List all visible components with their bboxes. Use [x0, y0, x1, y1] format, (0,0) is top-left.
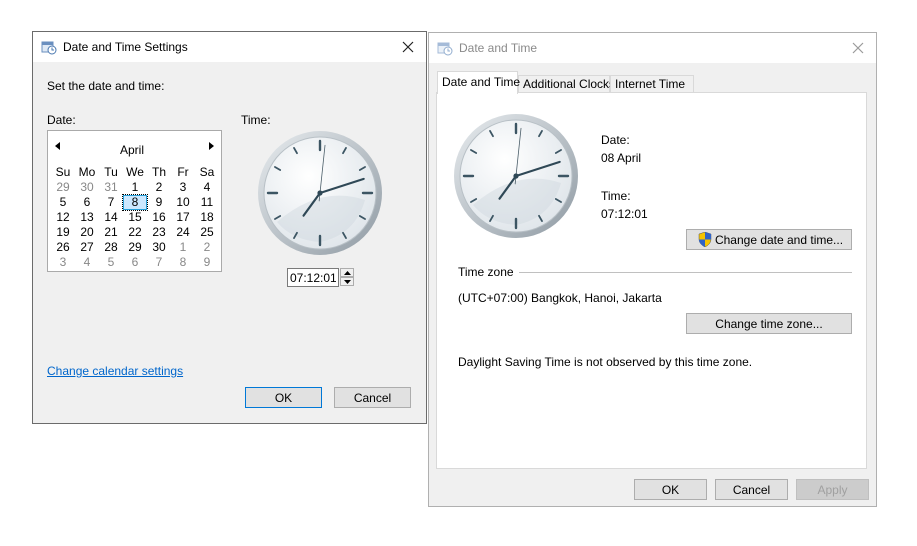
calendar-day[interactable]: 25 [195, 225, 219, 240]
calendar-day[interactable]: 9 [195, 255, 219, 270]
weekday-header: Sa [199, 165, 215, 179]
calendar-day[interactable]: 29 [123, 240, 147, 255]
calendar-day[interactable]: 21 [99, 225, 123, 240]
settings-time-label: Time: [241, 113, 271, 127]
date-time-dialog: Date and Time Date and Time Additional C… [428, 32, 877, 507]
calendar-day-grid: Su Mo Tu We Th Fr Sa 29 30 31 1 2 3 4 5 6 7 8 9 10 11 12 13 14 1… [51, 165, 219, 270]
clock-center [513, 173, 519, 179]
change-date-time-button[interactable]: Change date and time... [686, 229, 852, 250]
calendar-day[interactable]: 5 [99, 255, 123, 270]
calendar-day[interactable]: 30 [147, 240, 171, 255]
dst-text: Daylight Saving Time is not observed by … [458, 355, 753, 369]
calendar-day[interactable]: 19 [51, 225, 75, 240]
calendar-day[interactable]: 1 [123, 180, 147, 195]
main-close-icon[interactable] [848, 38, 868, 58]
calendar-day[interactable]: 26 [51, 240, 75, 255]
timezone-divider [519, 272, 852, 273]
change-calendar-settings-link[interactable]: Change calendar settings [47, 364, 183, 378]
calendar-prev-arrow-icon[interactable] [54, 142, 61, 150]
timezone-value: (UTC+07:00) Bangkok, Hanoi, Jakarta [458, 291, 662, 305]
time-down-button[interactable] [340, 277, 354, 286]
calendar-day[interactable]: 6 [75, 195, 99, 210]
analog-clock-settings [258, 131, 382, 255]
calendar-day[interactable]: 7 [147, 255, 171, 270]
settings-titlebar: Date and Time Settings [33, 32, 426, 62]
calendar-day[interactable]: 4 [75, 255, 99, 270]
timezone-header: Time zone [458, 265, 514, 279]
main-time-value: 07:12:01 [601, 207, 648, 221]
change-time-zone-button[interactable]: Change time zone... [686, 313, 852, 334]
change-date-time-label: Change date and time... [714, 232, 844, 247]
calendar-day[interactable]: 18 [195, 210, 219, 225]
calendar-day[interactable]: 28 [99, 240, 123, 255]
main-cancel-button[interactable]: Cancel [715, 479, 788, 500]
calendar-day[interactable]: 15 [123, 210, 147, 225]
calendar-day[interactable]: 31 [99, 180, 123, 195]
main-date-label: Date: [601, 133, 630, 147]
calendar-day-selected[interactable]: 8 [122, 194, 148, 211]
calendar-day[interactable]: 27 [75, 240, 99, 255]
calendar-month-title[interactable]: April [120, 143, 144, 157]
down-arrow-icon [344, 280, 351, 284]
calendar-day[interactable]: 7 [99, 195, 123, 210]
main-time-label: Time: [601, 189, 631, 203]
calendar-day[interactable]: 3 [51, 255, 75, 270]
calendar-day[interactable]: 3 [171, 180, 195, 195]
up-arrow-icon [344, 271, 351, 275]
main-date-value: 08 April [601, 151, 642, 165]
weekday-header: Fr [177, 165, 189, 179]
calendar-day[interactable]: 13 [75, 210, 99, 225]
calendar-clock-icon [437, 42, 453, 56]
clock-center [317, 190, 323, 196]
uac-shield-icon [698, 232, 712, 247]
main-apply-button[interactable]: Apply [796, 479, 869, 500]
settings-ok-button[interactable]: OK [245, 387, 322, 408]
calendar-day[interactable]: 30 [75, 180, 99, 195]
weekday-header: Su [55, 165, 71, 179]
calendar-day[interactable]: 2 [195, 240, 219, 255]
date-time-settings-dialog: Date and Time Settings Set the date and … [32, 31, 427, 424]
weekday-header: Tu [104, 165, 118, 179]
calendar-day[interactable]: 16 [147, 210, 171, 225]
calendar-day[interactable]: 24 [171, 225, 195, 240]
month-calendar[interactable]: April Su Mo Tu We Th Fr Sa 29 30 31 1 2 3 4 5 6 7 8 9 10 11 1… [47, 130, 222, 272]
settings-date-label: Date: [47, 113, 76, 127]
analog-clock-main [454, 114, 578, 238]
main-ok-button[interactable]: OK [634, 479, 707, 500]
settings-instruction: Set the date and time: [47, 79, 165, 93]
settings-title: Date and Time Settings [63, 40, 188, 54]
calendar-day[interactable]: 29 [51, 180, 75, 195]
weekday-header: Mo [78, 165, 96, 179]
main-title: Date and Time [459, 41, 538, 55]
calendar-day[interactable]: 11 [195, 195, 219, 210]
calendar-day[interactable]: 9 [147, 195, 171, 210]
calendar-day[interactable]: 12 [51, 210, 75, 225]
calendar-day[interactable]: 22 [123, 225, 147, 240]
tab-internet-time[interactable]: Internet Time [610, 75, 694, 93]
calendar-day[interactable]: 6 [123, 255, 147, 270]
tab-date-and-time[interactable]: Date and Time [437, 71, 520, 94]
calendar-day[interactable]: 17 [171, 210, 195, 225]
time-input[interactable] [287, 268, 339, 287]
settings-close-icon[interactable] [398, 37, 418, 57]
time-spinner[interactable] [287, 268, 356, 288]
settings-cancel-button[interactable]: Cancel [334, 387, 411, 408]
calendar-day[interactable]: 8 [171, 255, 195, 270]
calendar-day[interactable]: 4 [195, 180, 219, 195]
main-titlebar: Date and Time [429, 33, 876, 63]
date-time-tab-panel: Date: 08 April Time: 07:12:01 Change dat… [436, 92, 867, 469]
calendar-day[interactable]: 10 [171, 195, 195, 210]
calendar-day[interactable]: 23 [147, 225, 171, 240]
calendar-clock-icon [41, 41, 57, 55]
calendar-day[interactable]: 14 [99, 210, 123, 225]
weekday-header: We [126, 165, 144, 179]
tab-additional-clocks[interactable]: Additional Clocks [518, 75, 615, 93]
calendar-day[interactable]: 2 [147, 180, 171, 195]
calendar-next-arrow-icon[interactable] [208, 142, 215, 150]
weekday-header: Th [151, 165, 166, 179]
time-up-button[interactable] [340, 268, 354, 277]
calendar-day[interactable]: 1 [171, 240, 195, 255]
calendar-day[interactable]: 5 [51, 195, 75, 210]
calendar-day[interactable]: 20 [75, 225, 99, 240]
